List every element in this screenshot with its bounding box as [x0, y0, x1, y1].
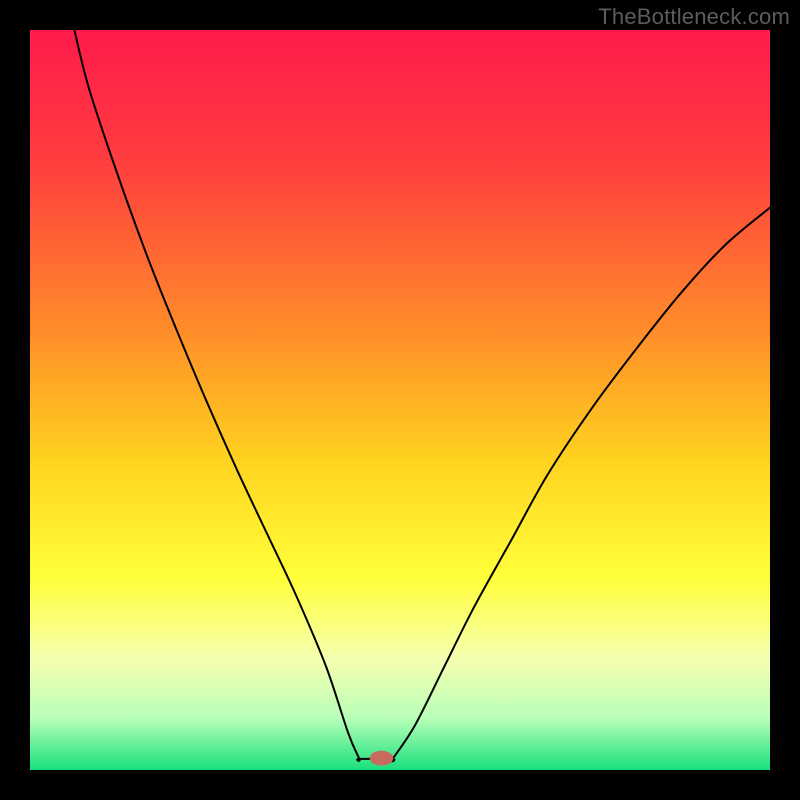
watermark-text: TheBottleneck.com [598, 4, 790, 30]
chart-background [30, 30, 770, 770]
plot-area [30, 30, 770, 770]
bottleneck-chart [30, 30, 770, 770]
minimum-marker [370, 751, 394, 766]
chart-frame: TheBottleneck.com [0, 0, 800, 800]
